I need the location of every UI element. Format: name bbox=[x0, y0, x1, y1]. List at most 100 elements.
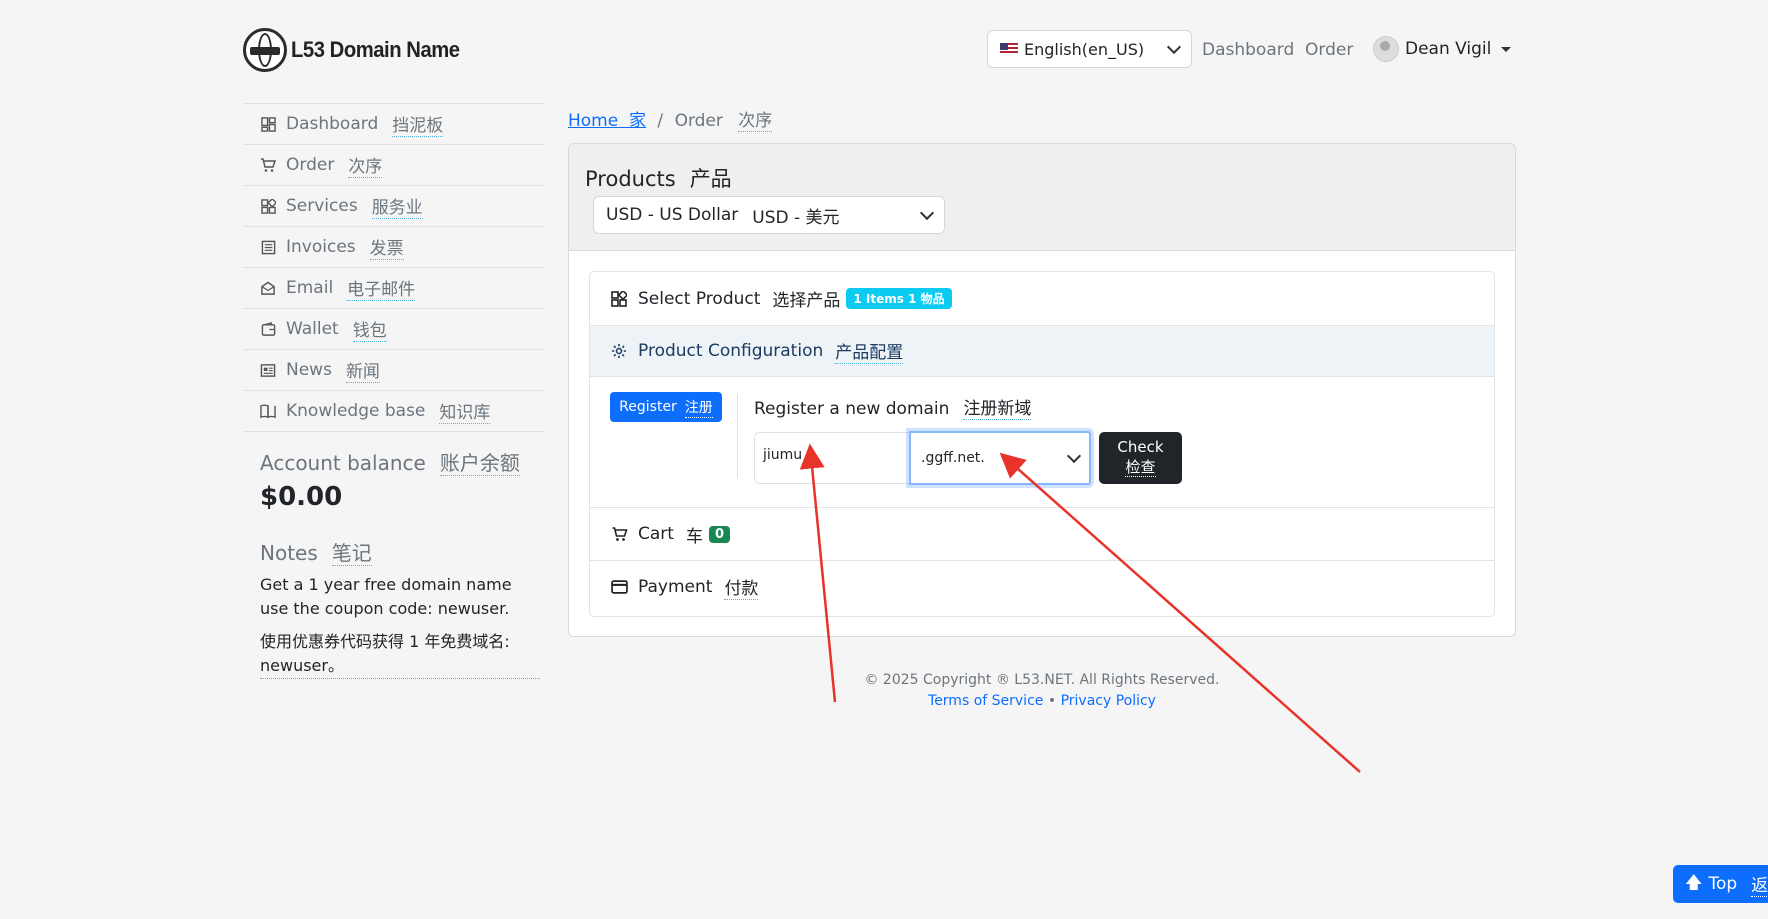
notes-title-zh: 笔记 bbox=[331, 541, 372, 566]
currency-select[interactable]: USD - US Dollar USD - 美元 bbox=[593, 196, 945, 234]
sidebar-item-label-zh: 次序 bbox=[348, 152, 383, 178]
sidebar-item-label-zh: 新闻 bbox=[345, 357, 380, 383]
sidebar-item-email[interactable]: Email 电子邮件 bbox=[243, 267, 544, 308]
grid-icon bbox=[260, 198, 276, 214]
product-config-label: Product Configuration bbox=[638, 341, 824, 361]
sidebar-item-label: Services bbox=[286, 196, 358, 216]
tld-select[interactable]: .ggff.net. bbox=[909, 431, 1091, 485]
items-count-badge: 1 Items 1 物品 bbox=[846, 288, 952, 309]
register-button[interactable]: Register 注册 bbox=[610, 392, 722, 422]
sidebar-item-dashboard[interactable]: Dashboard 挡泥板 bbox=[243, 103, 544, 144]
divider bbox=[590, 376, 1494, 377]
notes-title-text: Notes bbox=[260, 541, 318, 565]
invoice-icon bbox=[260, 239, 276, 255]
top-button-label-zh: 返回 bbox=[1751, 871, 1768, 897]
notes-text: Get a 1 year free domain name use the co… bbox=[260, 575, 512, 618]
currency-value: USD - US Dollar bbox=[606, 205, 739, 225]
sidebar-item-label: Wallet bbox=[286, 319, 339, 339]
brand-name: L53 Domain Name bbox=[291, 37, 460, 62]
dashboard-icon bbox=[260, 116, 276, 132]
back-to-top-button[interactable]: 🡅 Top 返回 bbox=[1673, 865, 1768, 903]
register-button-label: Register bbox=[619, 399, 677, 415]
us-flag-icon bbox=[1000, 43, 1018, 55]
breadcrumb-separator: / bbox=[657, 111, 664, 131]
sidebar-item-services[interactable]: Services 服务业 bbox=[243, 185, 544, 226]
gear-icon bbox=[610, 342, 628, 360]
check-button-label-zh: 检查 bbox=[1125, 458, 1156, 477]
sidebar-nav: Dashboard 挡泥板 Order 次序 Services 服务业 Invo… bbox=[243, 103, 544, 432]
notes-text-zh: 使用优惠券代码获得 1 年免费域名: newuser。 bbox=[260, 630, 540, 679]
products-title-zh: 产品 bbox=[689, 167, 732, 191]
check-button-label: Check bbox=[1117, 438, 1164, 456]
step-select-product[interactable]: Select Product 选择产品 1 Items 1 物品 bbox=[590, 272, 1494, 325]
wallet-icon bbox=[260, 321, 276, 337]
chevron-down-icon bbox=[919, 205, 935, 220]
sidebar-item-wallet[interactable]: Wallet 钱包 bbox=[243, 308, 544, 349]
products-card-header: Products 产品 USD - US Dollar USD - 美元 bbox=[569, 144, 1515, 251]
footer: © 2025 Copyright ® L53.NET. All Rights R… bbox=[568, 670, 1516, 712]
breadcrumb-current: Order bbox=[674, 111, 723, 131]
breadcrumb: Home 家 / Order 次序 bbox=[568, 106, 773, 132]
cart-label: Cart bbox=[638, 524, 674, 544]
cart-icon bbox=[260, 157, 276, 173]
sidebar-item-label: Invoices bbox=[286, 237, 356, 257]
products-title: Products 产品 bbox=[585, 163, 732, 193]
sidebar-item-label-zh: 挡泥板 bbox=[392, 111, 444, 137]
copyright-text: © 2025 Copyright ® L53.NET. All Rights R… bbox=[864, 672, 1220, 688]
sidebar-item-label: Dashboard bbox=[286, 114, 379, 134]
nav-dashboard-link[interactable]: Dashboard bbox=[1202, 40, 1294, 60]
cart-icon bbox=[610, 525, 628, 543]
account-balance-value: $0.00 bbox=[260, 482, 343, 512]
envelope-icon bbox=[260, 280, 276, 296]
register-domain-title: Register a new domain 注册新域 bbox=[754, 394, 1032, 420]
cart-count-badge: 0 bbox=[708, 525, 730, 543]
breadcrumb-home-link[interactable]: Home 家 bbox=[568, 111, 646, 131]
check-button[interactable]: Check 检查 bbox=[1099, 432, 1182, 484]
payment-label-zh: 付款 bbox=[724, 574, 759, 600]
tld-value: .ggff.net. bbox=[921, 450, 985, 466]
newspaper-icon bbox=[260, 362, 276, 378]
sidebar-item-label: News bbox=[286, 360, 332, 380]
payment-label: Payment bbox=[638, 577, 713, 597]
account-balance-title: Account balance 账户余额 bbox=[260, 447, 520, 476]
sidebar-item-label-zh: 服务业 bbox=[371, 193, 423, 219]
currency-value-zh: USD - 美元 bbox=[752, 207, 840, 228]
user-name: Dean Vigil bbox=[1405, 39, 1492, 59]
sidebar-item-label: Knowledge base bbox=[286, 401, 426, 421]
avatar bbox=[1373, 36, 1399, 62]
breadcrumb-home-zh: 家 bbox=[629, 111, 647, 131]
sidebar-item-knowledge-base[interactable]: Knowledge base 知识库 bbox=[243, 390, 544, 432]
notes-title: Notes 笔记 bbox=[260, 537, 372, 566]
sidebar-item-invoices[interactable]: Invoices 发票 bbox=[243, 226, 544, 267]
breadcrumb-current-zh: 次序 bbox=[738, 111, 773, 132]
sidebar-item-label: Order bbox=[286, 155, 335, 175]
top-button-label: Top bbox=[1708, 874, 1738, 894]
user-menu[interactable]: Dean Vigil bbox=[1373, 36, 1512, 62]
divider-vertical bbox=[737, 394, 738, 478]
sidebar-item-label-zh: 电子邮件 bbox=[347, 275, 416, 301]
grid-icon bbox=[610, 290, 628, 308]
sidebar-item-label: Email bbox=[286, 278, 334, 298]
footer-bullet: • bbox=[1047, 693, 1061, 709]
sidebar-item-label-zh: 发票 bbox=[369, 234, 404, 260]
step-payment[interactable]: Payment 付款 bbox=[590, 561, 1494, 613]
credit-card-icon bbox=[610, 578, 628, 596]
sidebar-item-label-zh: 钱包 bbox=[352, 316, 387, 342]
step-cart[interactable]: Cart 车 0 bbox=[590, 508, 1494, 560]
sidebar-item-news[interactable]: News 新闻 bbox=[243, 349, 544, 390]
breadcrumb-home-text: Home bbox=[568, 111, 619, 131]
terms-link[interactable]: Terms of Service bbox=[928, 693, 1043, 709]
language-select[interactable]: English(en_US) bbox=[987, 30, 1192, 68]
step-product-configuration[interactable]: Product Configuration 产品配置 bbox=[590, 326, 1494, 376]
domain-name-input[interactable]: jiumu bbox=[754, 432, 909, 484]
nav-order-link[interactable]: Order bbox=[1305, 40, 1353, 60]
select-product-label: Select Product bbox=[638, 288, 761, 309]
products-card: Products 产品 USD - US Dollar USD - 美元 Sele… bbox=[568, 143, 1516, 637]
privacy-link[interactable]: Privacy Policy bbox=[1061, 693, 1156, 709]
brand-logo[interactable]: L53 Domain Name bbox=[243, 28, 474, 72]
chevron-down-icon bbox=[1166, 39, 1182, 54]
products-title-text: Products bbox=[585, 167, 676, 191]
sidebar-item-order[interactable]: Order 次序 bbox=[243, 144, 544, 185]
cart-label-zh: 车 bbox=[685, 526, 703, 547]
sidebar-item-label-zh: 知识库 bbox=[439, 398, 491, 424]
